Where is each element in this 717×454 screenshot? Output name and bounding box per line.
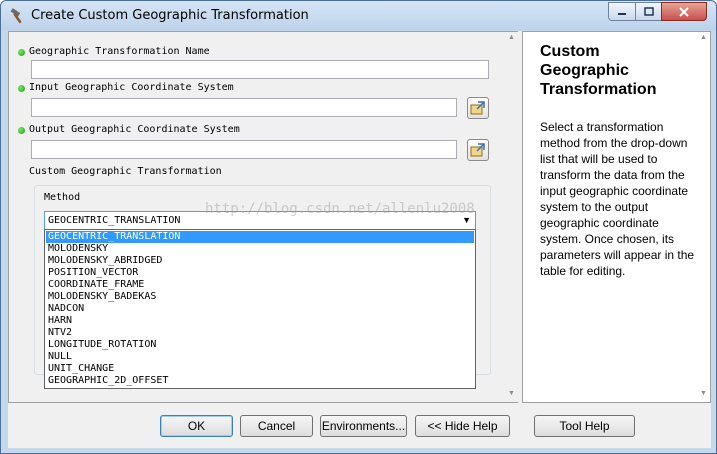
scroll-down-icon[interactable]: ▼ bbox=[508, 390, 515, 397]
dropdown-option[interactable]: MOLODENSKY bbox=[46, 243, 474, 255]
spatial-reference-icon bbox=[470, 101, 485, 115]
parameters-scrollbar[interactable]: ▲ ▼ bbox=[506, 32, 518, 402]
scroll-up-icon[interactable]: ▲ bbox=[700, 34, 707, 41]
dropdown-option[interactable]: HARN bbox=[46, 315, 474, 327]
scroll-up-icon[interactable]: ▲ bbox=[508, 34, 515, 41]
window-title: Create Custom Geographic Transformation bbox=[31, 8, 309, 23]
dropdown-option[interactable]: POSITION_VECTOR bbox=[46, 267, 474, 279]
dropdown-arrow-icon[interactable]: ▼ bbox=[462, 215, 471, 225]
button-bar: OK Cancel Environments... << Hide Help T… bbox=[8, 403, 711, 448]
output-gcs-label: Output Geographic Coordinate System bbox=[29, 124, 240, 135]
cancel-button[interactable]: Cancel bbox=[240, 415, 313, 437]
dropdown-option[interactable]: MOLODENSKY_ABRIDGED bbox=[46, 255, 474, 267]
scroll-down-icon[interactable]: ▼ bbox=[700, 390, 707, 397]
close-button[interactable] bbox=[661, 2, 707, 21]
minimize-icon bbox=[618, 12, 626, 15]
minimize-button[interactable] bbox=[608, 2, 636, 21]
method-selected-value: GEOCENTRIC_TRANSLATION bbox=[48, 215, 181, 226]
spatial-reference-icon bbox=[470, 143, 485, 157]
input-gcs-field[interactable] bbox=[31, 98, 457, 117]
output-gcs-field[interactable] bbox=[31, 140, 457, 159]
required-dot-icon bbox=[18, 85, 25, 92]
required-dot-icon bbox=[18, 127, 25, 134]
help-text: Select a transformation method from the … bbox=[540, 120, 695, 278]
title-bar[interactable]: Create Custom Geographic Transformation bbox=[1, 1, 716, 30]
dialog-window: Create Custom Geographic Transformation … bbox=[0, 0, 717, 454]
maximize-icon bbox=[643, 7, 654, 16]
help-title: Custom Geographic Transformation bbox=[540, 43, 657, 98]
help-pane: Custom Geographic Transformation Select … bbox=[522, 31, 711, 403]
hide-help-button[interactable]: << Hide Help bbox=[415, 415, 510, 437]
dropdown-option[interactable]: MOLODENSKY_BADEKAS bbox=[46, 291, 474, 303]
output-gcs-browse-button[interactable] bbox=[467, 139, 489, 161]
hammer-icon bbox=[10, 8, 22, 24]
tool-help-button[interactable]: Tool Help bbox=[534, 415, 635, 437]
dropdown-option[interactable]: GEOGRAPHIC_2D_OFFSET bbox=[46, 375, 474, 387]
close-icon bbox=[679, 6, 689, 17]
help-scrollbar[interactable]: ▲ ▼ bbox=[698, 32, 710, 402]
environments-button[interactable]: Environments... bbox=[320, 415, 407, 437]
name-label: Geographic Transformation Name bbox=[29, 46, 210, 57]
required-dot-icon bbox=[18, 49, 25, 56]
parameters-pane: Geographic Transformation Name Input Geo… bbox=[8, 31, 518, 403]
dropdown-option[interactable]: NTV2 bbox=[46, 327, 474, 339]
input-gcs-label: Input Geographic Coordinate System bbox=[29, 82, 234, 93]
dropdown-option[interactable]: COORDINATE_FRAME bbox=[46, 279, 474, 291]
method-select[interactable]: GEOCENTRIC_TRANSLATION ▼ bbox=[44, 211, 476, 230]
method-dropdown-list[interactable]: GEOCENTRIC_TRANSLATION MOLODENSKY MOLODE… bbox=[44, 229, 476, 389]
maximize-button[interactable] bbox=[635, 2, 662, 21]
input-gcs-browse-button[interactable] bbox=[467, 97, 489, 119]
ok-button[interactable]: OK bbox=[160, 415, 233, 437]
method-label: Method bbox=[44, 192, 81, 203]
transformation-name-input[interactable] bbox=[31, 60, 489, 79]
dropdown-option[interactable]: NULL bbox=[46, 351, 474, 363]
dropdown-option[interactable]: UNIT_CHANGE bbox=[46, 363, 474, 375]
custom-group-label: Custom Geographic Transformation bbox=[29, 166, 222, 177]
dropdown-option[interactable]: NADCON bbox=[46, 303, 474, 315]
dropdown-option[interactable]: GEOCENTRIC_TRANSLATION bbox=[46, 231, 474, 243]
dialog-body: Geographic Transformation Name Input Geo… bbox=[8, 31, 711, 448]
dropdown-option[interactable]: LONGITUDE_ROTATION bbox=[46, 339, 474, 351]
